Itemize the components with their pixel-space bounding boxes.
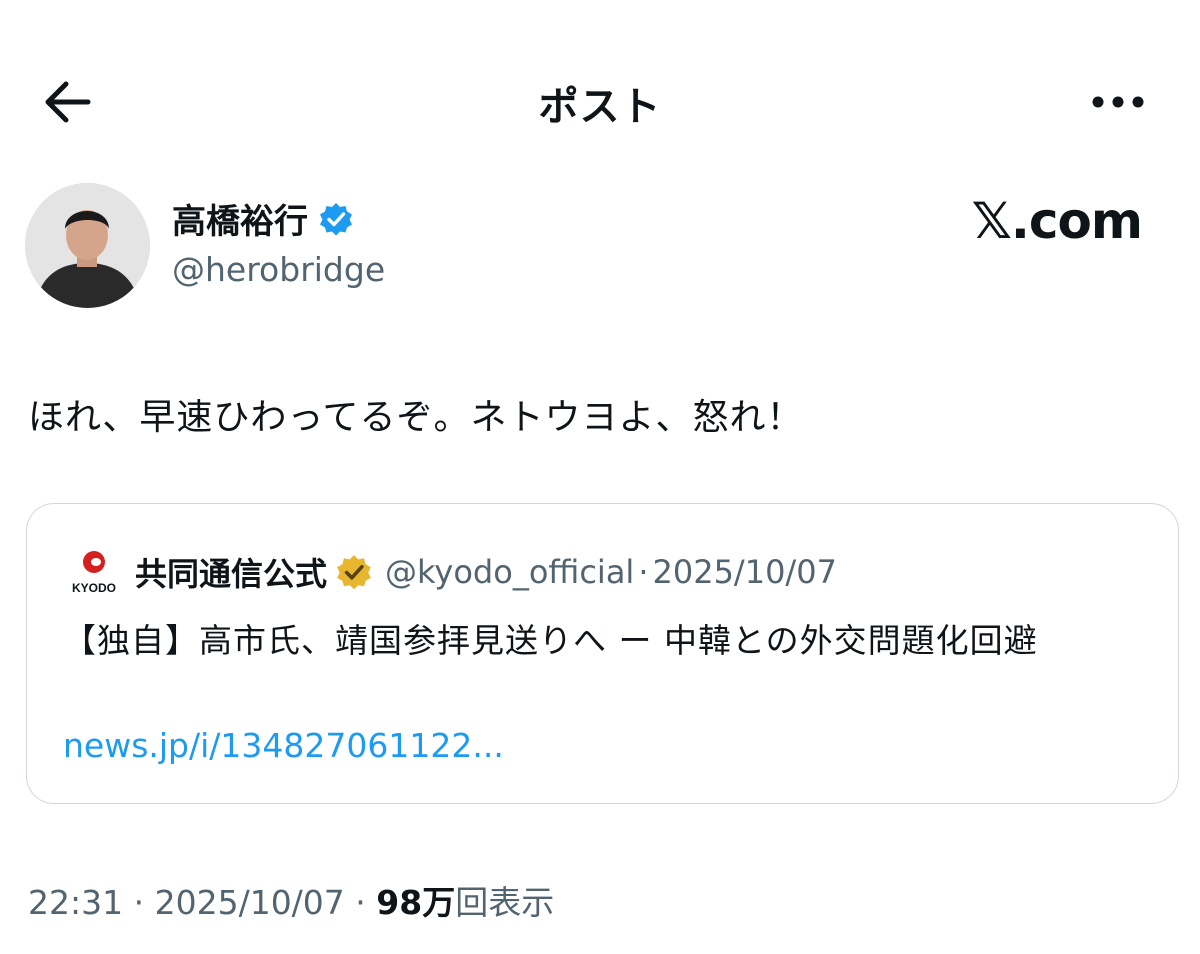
meta-separator: · <box>344 883 377 922</box>
post-text: ほれ、早速ひわってるぞ。ネトウヨよ、怒れ！ <box>28 397 804 438</box>
more-dots-icon[interactable] <box>1090 92 1146 112</box>
verified-badge-icon <box>318 201 354 237</box>
top-bar: ポスト <box>0 0 1200 200</box>
avatar[interactable] <box>25 183 150 308</box>
quoted-post-link[interactable]: news.jp/i/134827061122... <box>63 726 504 765</box>
post-meta: 22:31 · 2025/10/07 · 98万回表示 <box>28 876 554 924</box>
author-handle[interactable]: @herobridge <box>172 250 385 289</box>
quoted-post-text: 【独自】高市氏、靖国参拝見送りへ ー 中韓との外交問題化回避 <box>63 621 1038 660</box>
quoted-author-name: 共同通信公式 <box>135 555 328 593</box>
post-date: 2025/10/07 <box>154 883 345 922</box>
meta-separator: · <box>123 883 155 922</box>
views-count[interactable]: 98万 <box>376 883 455 922</box>
x-brand-watermark: 𝕏.com <box>971 192 1143 250</box>
quoted-author-handle: @kyodo_official <box>385 553 635 591</box>
quoted-post-header: KYODO 共同通信公式 @kyodo_official · 2025/10/0… <box>65 548 837 596</box>
views-label: 回表示 <box>455 883 555 922</box>
author-name-text: 高橋裕行 <box>172 202 308 242</box>
kyodo-logo-text: KYODO <box>72 581 116 595</box>
quoted-separator: · <box>638 553 649 591</box>
quoted-date: 2025/10/07 <box>652 553 837 591</box>
author-name[interactable]: 高橋裕行 <box>172 194 354 243</box>
quoted-post-card[interactable]: KYODO 共同通信公式 @kyodo_official · 2025/10/0… <box>26 503 1179 804</box>
page-title: ポスト <box>538 84 662 130</box>
post-time: 22:31 <box>28 883 124 922</box>
kyodo-logo: KYODO <box>65 548 123 596</box>
gold-verified-badge-icon <box>335 553 373 591</box>
